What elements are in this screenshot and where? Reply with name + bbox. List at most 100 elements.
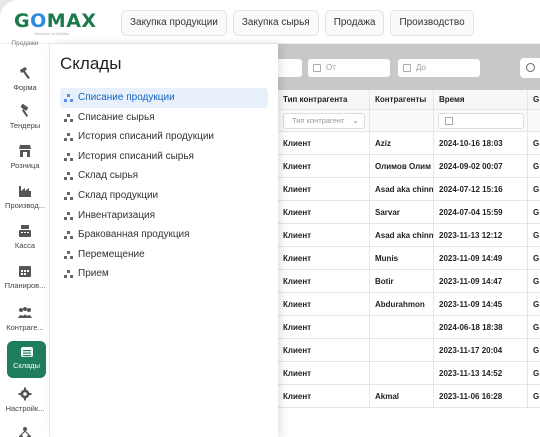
hierarchy-icon xyxy=(64,152,73,161)
cell-contractor: Олимов Олим xyxy=(370,155,434,177)
tab-product-purchase[interactable]: Закупка продукции xyxy=(121,10,227,36)
time-filter-input[interactable] xyxy=(438,113,524,129)
sidebar-item-production[interactable]: Производ... xyxy=(0,184,50,210)
cell-type: Клиент xyxy=(278,178,370,200)
table-row[interactable]: Клиент Sarvar 2024-07-04 15:59 G xyxy=(278,201,540,224)
cell-contractor: Aziz xyxy=(370,132,434,154)
sidebar-item-tenders[interactable]: Тендеры xyxy=(0,104,50,130)
cell-type: Клиент xyxy=(278,339,370,361)
hierarchy-icon xyxy=(64,231,73,240)
clear-filter-button[interactable] xyxy=(520,58,540,78)
cell-time: 2024-06-18 18:38 xyxy=(434,316,528,338)
calendar-icon xyxy=(313,64,321,72)
cell-type: Клиент xyxy=(278,132,370,154)
table-row[interactable]: Клиент Олимов Олим 2024-09-02 00:07 G xyxy=(278,155,540,178)
sidebar-item-label: Планиров... xyxy=(4,281,46,290)
cell-time: 2024-09-02 00:07 xyxy=(434,155,528,177)
cell-time: 2023-11-09 14:47 xyxy=(434,270,528,292)
menu-item-raw-writeoff[interactable]: Списание сырья xyxy=(60,108,268,128)
sidebar-item-sales-partial[interactable]: Продажи xyxy=(0,40,50,47)
menu-item-raw-writeoff-history[interactable]: История списаний сырья xyxy=(60,147,268,167)
cell-contractor: Asad aka chinni xyxy=(370,178,434,200)
sidebar-item-retail[interactable]: Розница xyxy=(0,144,50,170)
table-row[interactable]: Клиент Asad aka chinni 2023-11-13 12:12 … xyxy=(278,224,540,247)
cell-time: 2024-07-12 15:16 xyxy=(434,178,528,200)
chevron-down-icon: ⌄ xyxy=(352,116,359,125)
cell-type: Клиент xyxy=(278,247,370,269)
panel-title: Склады xyxy=(60,54,122,73)
hierarchy-icon xyxy=(64,211,73,220)
cell-time: 2023-11-09 14:45 xyxy=(434,293,528,315)
hierarchy-icon xyxy=(64,191,73,200)
menu-item-receiving[interactable]: Прием xyxy=(60,264,268,284)
header-partial[interactable]: G xyxy=(528,90,540,109)
menu-item-transfer[interactable]: Перемещение xyxy=(60,245,268,265)
cell-partial: G xyxy=(533,208,540,217)
filter-input-partial[interactable] xyxy=(278,59,302,77)
sidebar-item-contractors[interactable]: Контраге... xyxy=(0,306,50,332)
cell-partial: G xyxy=(533,139,540,148)
table-row[interactable]: Клиент Asad aka chinni 2024-07-12 15:16 … xyxy=(278,178,540,201)
date-to-input[interactable]: До xyxy=(398,59,480,77)
menu-item-label: Списание продукции xyxy=(78,92,175,103)
menu-item-product-writeoff-history[interactable]: История списаний продукции xyxy=(60,127,268,147)
cell-type: Клиент xyxy=(278,316,370,338)
cell-time: 2023-11-13 14:52 xyxy=(434,362,528,384)
warehouses-menu: Списание продукции Списание сырья Истори… xyxy=(60,88,268,284)
top-bar: GOMAX Welcome to GoMax Закупка продукции… xyxy=(0,0,540,44)
menu-item-inventory[interactable]: Инвентаризация xyxy=(60,206,268,226)
contractor-type-select[interactable]: Тип контрагент ⌄ xyxy=(283,113,365,129)
cell-contractor xyxy=(370,339,434,361)
contractor-filter-cell xyxy=(370,110,434,131)
header-contractor-type[interactable]: Тип контрагента xyxy=(278,90,370,109)
sidebar-item-label: Тендеры xyxy=(9,121,41,130)
cell-partial: G xyxy=(533,254,540,263)
data-table: Тип контрагента Контрагенты Время G Тип … xyxy=(278,90,540,408)
gomax-logo[interactable]: GOMAX xyxy=(14,10,97,32)
table-row[interactable]: Клиент Akmal 2023-11-06 16:28 G xyxy=(278,385,540,408)
menu-item-label: Бракованная продукция xyxy=(78,229,190,241)
cell-type: Клиент xyxy=(278,155,370,177)
cell-time: 2023-11-09 14:49 xyxy=(434,247,528,269)
circle-icon xyxy=(526,63,535,72)
header-time[interactable]: Время xyxy=(434,90,528,109)
cell-contractor xyxy=(370,362,434,384)
sidebar-item-settings[interactable]: Настройк... xyxy=(0,387,50,413)
tab-raw-purchase[interactable]: Закупка сырья xyxy=(232,10,319,36)
store-icon xyxy=(19,145,31,157)
menu-item-label: Склад продукции xyxy=(78,189,159,201)
sidebar-item-form[interactable]: Форма xyxy=(0,66,50,92)
tab-production[interactable]: Производство xyxy=(390,10,474,36)
menu-item-product-writeoff[interactable]: Списание продукции xyxy=(60,88,268,108)
cell-type: Клиент xyxy=(278,362,370,384)
hierarchy-icon xyxy=(64,250,73,259)
sidebar-item-more-partial[interactable] xyxy=(0,426,50,437)
menu-item-defective-products[interactable]: Бракованная продукция xyxy=(60,225,268,245)
logo-tagline: Welcome to GoMax xyxy=(34,31,70,36)
cell-contractor: Asad aka chinni xyxy=(370,224,434,246)
header-contractors[interactable]: Контрагенты xyxy=(370,90,434,109)
table-row[interactable]: Клиент Botir 2023-11-09 14:47 G xyxy=(278,270,540,293)
menu-item-label: История списаний продукции xyxy=(78,131,215,143)
table-row[interactable]: Клиент Abdurahmon 2023-11-09 14:45 G xyxy=(278,293,540,316)
sidebar-item-planning[interactable]: Планиров... xyxy=(0,264,50,290)
cell-contractor: Akmal xyxy=(370,385,434,407)
table-row[interactable]: Клиент 2024-06-18 18:38 G xyxy=(278,316,540,339)
cell-contractor: Munis xyxy=(370,247,434,269)
sidebar-item-label: Контраге... xyxy=(6,323,44,332)
menu-item-raw-warehouse[interactable]: Склад сырья xyxy=(60,166,268,186)
cell-type: Клиент xyxy=(278,385,370,407)
sidebar-item-warehouses[interactable]: Склады xyxy=(7,341,46,378)
table-row[interactable]: Клиент Aziz 2024-10-16 18:03 G xyxy=(278,132,540,155)
sidebar-item-cash[interactable]: Касса xyxy=(0,224,50,250)
table-row[interactable]: Клиент 2023-11-17 20:04 G xyxy=(278,339,540,362)
sidebar-item-label: Розница xyxy=(10,161,40,170)
date-from-input[interactable]: От xyxy=(308,59,390,77)
tab-sales[interactable]: Продажа xyxy=(324,10,385,36)
table-row[interactable]: Клиент Munis 2023-11-09 14:49 G xyxy=(278,247,540,270)
cell-partial: G xyxy=(533,346,540,355)
menu-item-product-warehouse[interactable]: Склад продукции xyxy=(60,186,268,206)
table-row[interactable]: Клиент 2023-11-13 14:52 G xyxy=(278,362,540,385)
factory-icon xyxy=(19,186,31,197)
top-navigation: Закупка продукции Закупка сырья Продажа … xyxy=(121,10,474,36)
